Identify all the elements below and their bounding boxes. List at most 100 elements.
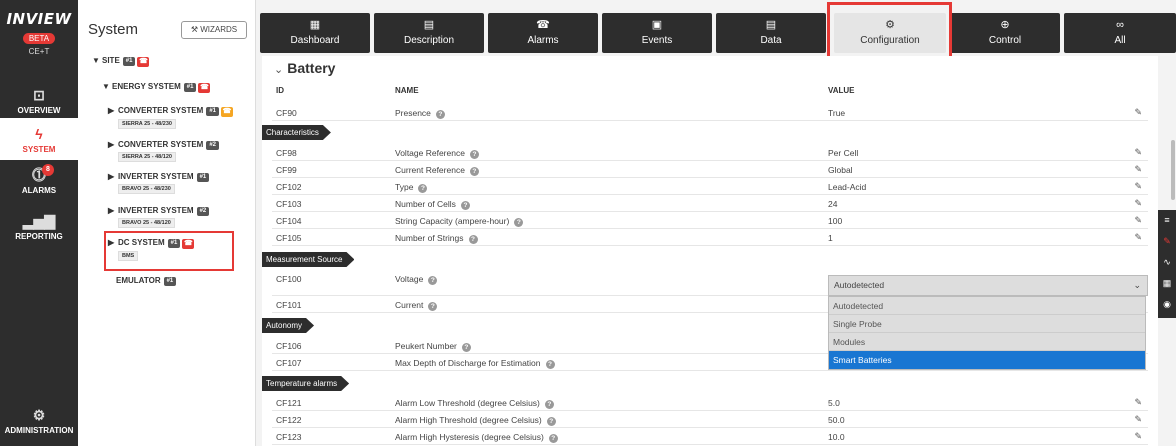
row-cf99: CF99 Current Reference? Global ✎ bbox=[272, 161, 1148, 178]
tab-data[interactable]: ▤ Data bbox=[716, 13, 826, 53]
tab-dashboard[interactable]: ▦ Dashboard bbox=[260, 13, 370, 53]
right-side-toolbar: ≡ ✎ ∿ ▦ ◉ bbox=[1158, 210, 1176, 318]
converter-2-id-badge: #2 bbox=[206, 141, 220, 150]
cell-value: 1 bbox=[828, 233, 833, 243]
cell-value: 24 bbox=[828, 199, 838, 209]
document-icon: ▤ bbox=[423, 19, 435, 31]
nav-alarms[interactable]: ⓵ 8 ALARMS bbox=[0, 164, 78, 202]
tree-node-converter-1[interactable]: ▶ CONVERTER SYSTEM #1 ☎ SIERRA 25 - 48/230 bbox=[108, 106, 234, 129]
tree-node-emulator[interactable]: EMULATOR #1 bbox=[116, 276, 177, 286]
wizards-label: WIZARDS bbox=[200, 25, 238, 34]
tab-dashboard-label: Dashboard bbox=[290, 35, 340, 46]
option-modules[interactable]: Modules bbox=[829, 333, 1145, 351]
chevron-right-icon: ▶ bbox=[108, 206, 115, 215]
grid-icon[interactable]: ▦ bbox=[1158, 273, 1176, 294]
edit-pencil-icon[interactable]: ✎ bbox=[1134, 232, 1142, 243]
chevron-down-icon: ▼ bbox=[102, 82, 110, 91]
help-icon[interactable]: ? bbox=[548, 434, 558, 443]
tab-description[interactable]: ▤ Description bbox=[374, 13, 484, 53]
tab-all[interactable]: ∞ All bbox=[1064, 13, 1176, 53]
edit-pencil-icon[interactable]: ✎ bbox=[1134, 164, 1142, 175]
help-icon[interactable]: ? bbox=[428, 302, 438, 311]
cell-id: CF104 bbox=[276, 216, 302, 226]
help-icon[interactable]: ? bbox=[435, 110, 445, 119]
converter-1-label: CONVERTER SYSTEM bbox=[118, 106, 204, 115]
help-icon[interactable]: ? bbox=[469, 167, 479, 176]
edit-pencil-icon[interactable]: ✎ bbox=[1134, 107, 1142, 118]
help-icon[interactable]: ? bbox=[544, 400, 554, 409]
dashboard-icon: ▦ bbox=[309, 19, 321, 31]
help-icon[interactable]: ? bbox=[428, 276, 438, 285]
tab-alarms[interactable]: ☎ Alarms bbox=[488, 13, 598, 53]
cell-value: 10.0 bbox=[828, 432, 845, 442]
scrollbar-thumb[interactable] bbox=[1171, 140, 1175, 200]
chevron-down-icon: ⌄ bbox=[1133, 280, 1141, 290]
nav-administration[interactable]: ⚙ ADMINISTRATION bbox=[0, 406, 78, 442]
edit-pencil-icon[interactable]: ✎ bbox=[1134, 414, 1142, 425]
eye-icon[interactable]: ◉ bbox=[1158, 294, 1176, 315]
emulator-label: EMULATOR bbox=[116, 276, 161, 285]
cell-name: Presence? bbox=[395, 108, 445, 119]
cell-name: Alarm High Hysteresis (degree Celsius)? bbox=[395, 432, 558, 443]
tree-title: System bbox=[88, 21, 139, 38]
edit-pencil-icon[interactable]: ✎ bbox=[1134, 181, 1142, 192]
nav-administration-label: ADMINISTRATION bbox=[4, 426, 74, 435]
wizards-button[interactable]: ⚒ WIZARDS bbox=[181, 21, 247, 39]
dc-system-highlight bbox=[104, 231, 234, 271]
nav-system[interactable]: ϟ SYSTEM bbox=[0, 118, 78, 160]
tab-events[interactable]: ▣ Events bbox=[602, 13, 712, 53]
filter-icon[interactable]: ≡ bbox=[1158, 210, 1176, 231]
cell-value: 50.0 bbox=[828, 415, 845, 425]
option-single-probe[interactable]: Single Probe bbox=[829, 315, 1145, 333]
help-icon[interactable]: ? bbox=[468, 235, 478, 244]
cell-id: CF90 bbox=[276, 108, 297, 118]
tree-node-inverter-1[interactable]: ▶ INVERTER SYSTEM #1 BRAVO 25 - 48/230 bbox=[108, 172, 210, 194]
edit-pencil-icon[interactable]: ✎ bbox=[1134, 215, 1142, 226]
nav-alarms-label: ALARMS bbox=[21, 186, 57, 195]
nav-reporting-label: REPORTING bbox=[15, 232, 63, 241]
tree-node-site[interactable]: ▼ SITE #1 ☎ bbox=[92, 56, 150, 67]
help-icon[interactable]: ? bbox=[546, 417, 556, 426]
pulse-icon: ϟ bbox=[35, 126, 43, 142]
tree-node-converter-2[interactable]: ▶ CONVERTER SYSTEM #2 SIERRA 25 - 48/120 bbox=[108, 140, 220, 162]
nav-overview[interactable]: ⊡ OVERVIEW bbox=[0, 84, 78, 120]
help-icon[interactable]: ? bbox=[460, 201, 470, 210]
tree-node-energy-system[interactable]: ▼ ENERGY SYSTEM #1 ☎ bbox=[102, 82, 211, 93]
help-icon[interactable]: ? bbox=[418, 184, 428, 193]
tab-description-label: Description bbox=[403, 35, 455, 46]
edit-pencil-icon[interactable]: ✎ bbox=[1134, 147, 1142, 158]
voltage-source-select[interactable]: Autodetected ⌄ bbox=[828, 275, 1148, 296]
cell-name-text: Number of Cells bbox=[395, 199, 456, 209]
tree-site-label: SITE bbox=[102, 56, 120, 65]
row-cf103: CF103 Number of Cells? 24 ✎ bbox=[272, 195, 1148, 212]
section-battery[interactable]: ⌄ Battery bbox=[274, 60, 335, 76]
nav-overview-label: OVERVIEW bbox=[17, 106, 61, 115]
edit-pencil-icon[interactable]: ✎ bbox=[1134, 397, 1142, 408]
tab-all-label: All bbox=[1114, 35, 1126, 46]
edit-pencil-icon[interactable]: ✎ bbox=[1134, 431, 1142, 442]
nav-reporting[interactable]: ▂▅▇ REPORTING bbox=[0, 212, 78, 248]
edit-pencil-icon[interactable]: ✎ bbox=[1134, 198, 1142, 209]
help-icon[interactable]: ? bbox=[545, 360, 555, 369]
cell-value: Lead-Acid bbox=[828, 182, 867, 192]
cell-name-text: Alarm High Hysteresis (degree Celsius) bbox=[395, 432, 544, 442]
cell-name-text: Max Depth of Discharge for Estimation bbox=[395, 358, 541, 368]
column-header-id: ID bbox=[276, 86, 284, 95]
cell-id: CF98 bbox=[276, 148, 297, 158]
cell-value: Per Cell bbox=[828, 148, 859, 158]
pencil-icon[interactable]: ✎ bbox=[1158, 231, 1176, 252]
option-smart-batteries[interactable]: Smart Batteries bbox=[829, 351, 1145, 369]
help-icon[interactable]: ? bbox=[469, 150, 479, 159]
select-value: Autodetected bbox=[834, 280, 885, 290]
inverter-2-tag: BRAVO 25 - 48/120 bbox=[118, 218, 175, 228]
help-icon[interactable]: ? bbox=[461, 343, 471, 352]
cell-name: Number of Strings? bbox=[395, 233, 478, 244]
signature-icon[interactable]: ∿ bbox=[1158, 252, 1176, 273]
tab-control[interactable]: ⊕ Control bbox=[950, 13, 1060, 53]
option-autodetected[interactable]: Autodetected bbox=[829, 297, 1145, 315]
help-icon[interactable]: ? bbox=[514, 218, 524, 227]
cell-name-text: Voltage Reference bbox=[395, 148, 465, 158]
tree-node-inverter-2[interactable]: ▶ INVERTER SYSTEM #2 BRAVO 25 - 48/120 bbox=[108, 206, 210, 228]
row-cf98: CF98 Voltage Reference? Per Cell ✎ bbox=[272, 144, 1148, 161]
cell-value: True bbox=[828, 108, 846, 118]
